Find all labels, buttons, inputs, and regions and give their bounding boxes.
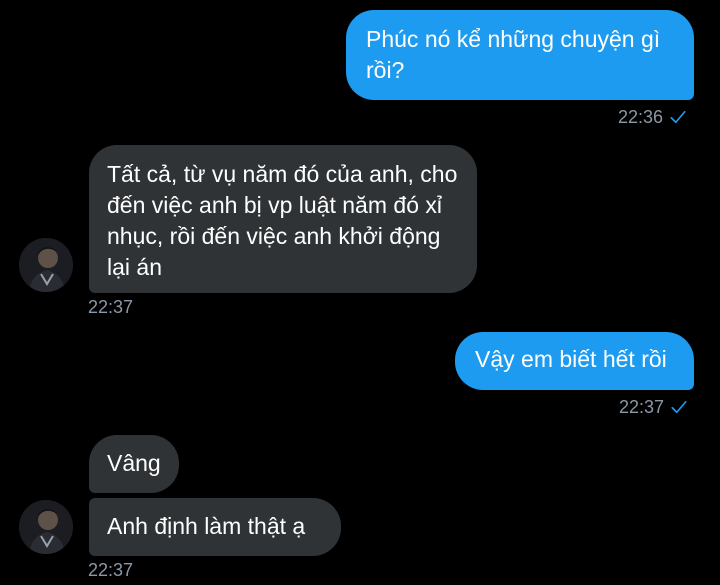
avatar-image	[19, 500, 73, 554]
message-bubble-incoming[interactable]: Anh định làm thật ạ	[89, 498, 341, 556]
avatar-image	[19, 238, 73, 292]
message-timestamp: 22:37	[88, 559, 133, 581]
message-timestamp: 22:37	[88, 296, 133, 318]
avatar[interactable]	[19, 500, 73, 554]
message-bubble-outgoing[interactable]: Vậy em biết hết rồi	[455, 332, 694, 390]
timestamp-text: 22:37	[88, 297, 134, 317]
message-text: Anh định làm thật ạ	[107, 513, 306, 539]
timestamp-text: 22:37	[88, 560, 134, 580]
timestamp-text: 22:36	[618, 107, 664, 127]
avatar[interactable]	[19, 238, 73, 292]
timestamp-text: 22:37	[619, 397, 665, 417]
message-bubble-incoming[interactable]: Vâng	[89, 435, 179, 493]
message-text: Vậy em biết hết rồi	[475, 346, 667, 372]
check-icon	[671, 400, 687, 414]
message-bubble-outgoing[interactable]: Phúc nó kể những chuyện gì rồi?	[346, 10, 694, 100]
message-timestamp: 22:36	[618, 106, 687, 128]
message-text: Phúc nó kể những chuyện gì rồi?	[366, 26, 667, 83]
message-text: Vâng	[107, 450, 161, 476]
message-bubble-incoming[interactable]: Tất cả, từ vụ năm đó của anh, cho đến vi…	[89, 145, 477, 293]
message-text: Tất cả, từ vụ năm đó của anh, cho đến vi…	[107, 161, 464, 280]
message-timestamp: 22:37	[619, 396, 688, 418]
check-icon	[670, 110, 686, 124]
